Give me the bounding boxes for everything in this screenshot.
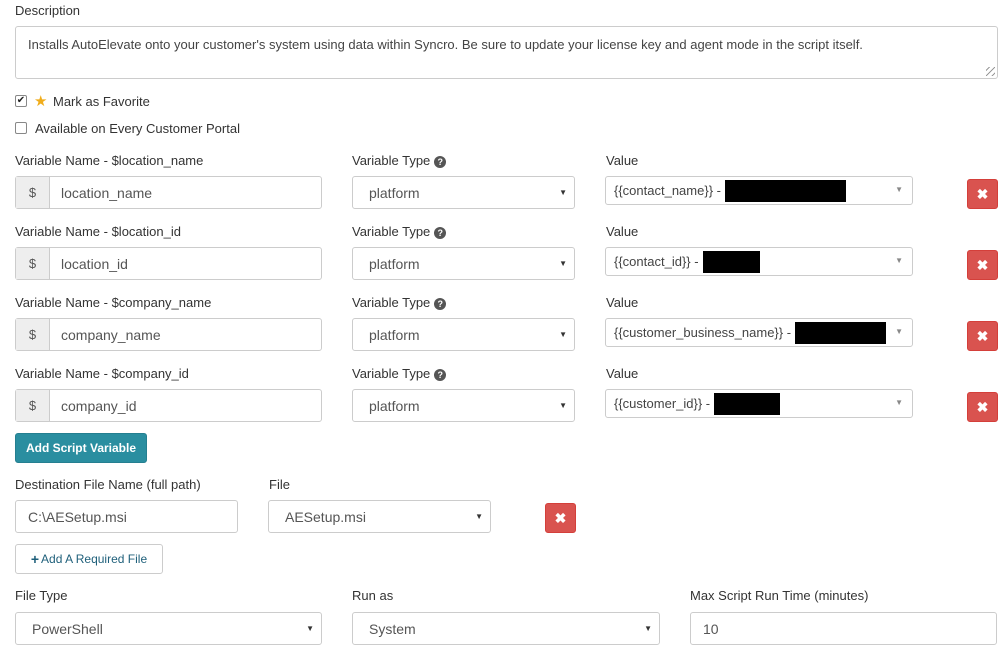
description-text: Installs AutoElevate onto your customer'… [28,37,863,52]
value-text: {{contact_id}} - [614,254,699,269]
dollar-addon: $ [16,177,50,208]
caret-down-icon: ▼ [895,256,903,265]
run-as-value: System [369,620,416,637]
run-as-label: Run as [352,588,394,603]
variable-name-label: Variable Name - $location_name [15,153,204,168]
help-icon[interactable]: ? [434,227,447,239]
caret-down-icon: ▼ [644,624,652,633]
variable-type-select[interactable]: platform ▼ [352,176,575,209]
delete-variable-button[interactable]: ✖ [967,392,998,422]
variable-type-select[interactable]: platform ▼ [352,389,575,422]
run-as-select[interactable]: System ▼ [352,612,660,645]
value-label: Value [606,224,639,239]
max-runtime-label: Max Script Run Time (minutes) [690,588,869,603]
variable-type-select[interactable]: platform ▼ [352,247,575,280]
delete-file-button[interactable]: ✖ [545,503,576,533]
dollar-addon: $ [16,319,50,350]
max-runtime-input[interactable]: 10 [690,612,997,645]
help-icon[interactable]: ? [434,156,447,168]
caret-down-icon: ▼ [895,185,903,194]
caret-down-icon: ▼ [895,398,903,407]
variable-type-value: platform [369,184,420,201]
value-select[interactable]: {{contact_name}} - ▼ [605,176,913,205]
portal-checkbox[interactable] [15,122,27,134]
caret-down-icon: ▼ [895,327,903,336]
destination-file-value: C:\AESetup.msi [28,508,127,525]
redacted-block [702,250,760,273]
max-runtime-value: 10 [703,620,719,637]
variable-name-label: Variable Name - $location_id [15,224,181,239]
file-type-label: File Type [15,588,68,603]
variable-name-value: company_id [61,397,137,414]
variable-name-label: Variable Name - $company_name [15,295,212,310]
variable-type-select[interactable]: platform ▼ [352,318,575,351]
value-text: {{contact_name}} - [614,183,721,198]
description-label: Description [15,3,81,18]
value-select[interactable]: {{contact_id}} - ▼ [605,247,913,276]
delete-variable-button[interactable]: ✖ [967,321,998,351]
caret-down-icon: ▼ [559,259,567,268]
close-icon: ✖ [976,398,989,415]
delete-variable-button[interactable]: ✖ [967,179,998,209]
variable-type-label: Variable Type? [352,153,447,168]
favorite-label: Mark as Favorite [53,94,150,109]
dollar-addon: $ [16,248,50,279]
variable-name-input[interactable]: $ location_name [15,176,322,209]
add-script-variable-button[interactable]: Add Script Variable [15,433,147,463]
close-icon: ✖ [554,509,567,526]
variable-type-label: Variable Type? [352,366,447,381]
caret-down-icon: ▼ [559,188,567,197]
variable-type-label: Variable Type? [352,295,447,310]
value-select[interactable]: {{customer_id}} - ▼ [605,389,913,418]
file-type-select[interactable]: PowerShell ▼ [15,612,322,645]
variable-type-value: platform [369,255,420,272]
delete-variable-button[interactable]: ✖ [967,250,998,280]
close-icon: ✖ [976,327,989,344]
portal-label: Available on Every Customer Portal [35,121,240,136]
add-required-file-button[interactable]: + Add A Required File [15,544,163,574]
close-icon: ✖ [976,185,989,202]
value-label: Value [606,295,639,310]
variable-name-input[interactable]: $ company_name [15,318,322,351]
value-label: Value [606,153,639,168]
caret-down-icon: ▼ [559,330,567,339]
file-select-value: AESetup.msi [285,508,366,525]
destination-file-input[interactable]: C:\AESetup.msi [15,500,238,533]
redacted-block [714,392,781,415]
star-icon: ★ [34,93,48,110]
value-text: {{customer_business_name}} - [614,325,792,340]
file-type-value: PowerShell [32,620,103,637]
variable-name-input[interactable]: $ location_id [15,247,322,280]
variable-type-value: platform [369,397,420,414]
variable-name-input[interactable]: $ company_id [15,389,322,422]
dollar-addon: $ [16,390,50,421]
help-icon[interactable]: ? [434,369,447,381]
resize-grip-icon[interactable] [986,67,995,76]
plus-icon: + [30,551,40,567]
description-textarea[interactable]: Installs AutoElevate onto your customer'… [15,26,998,79]
redacted-block [795,321,887,344]
value-select[interactable]: {{customer_business_name}} - ▼ [605,318,913,347]
caret-down-icon: ▼ [559,401,567,410]
file-label: File [269,477,290,492]
file-select[interactable]: AESetup.msi ▼ [268,500,491,533]
check-icon: ✔ [16,95,26,106]
variable-type-label: Variable Type? [352,224,447,239]
redacted-block [724,179,846,202]
variable-name-label: Variable Name - $company_id [15,366,189,381]
help-icon[interactable]: ? [434,298,447,310]
variable-name-value: company_name [61,326,161,343]
caret-down-icon: ▼ [306,624,314,633]
caret-down-icon: ▼ [475,512,483,521]
destination-file-label: Destination File Name (full path) [15,477,201,492]
add-required-file-label: Add A Required File [41,552,148,566]
value-label: Value [606,366,639,381]
variable-name-value: location_id [61,255,128,272]
close-icon: ✖ [976,256,989,273]
variable-name-value: location_name [61,184,153,201]
favorite-checkbox[interactable]: ✔ [15,95,27,107]
variable-type-value: platform [369,326,420,343]
value-text: {{customer_id}} - [614,396,711,411]
